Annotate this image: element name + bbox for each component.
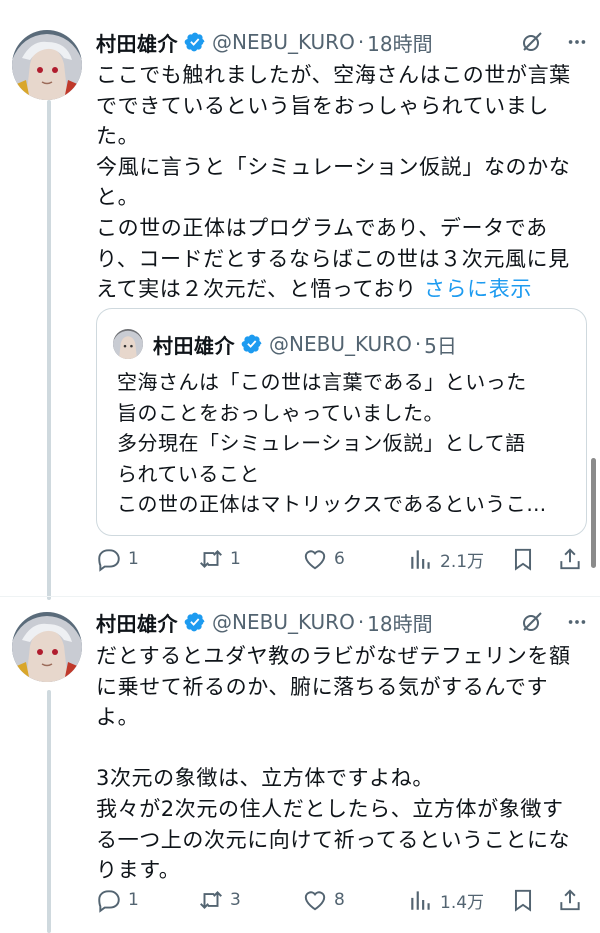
share-icon [560,889,580,911]
separator-dot: · [357,610,365,634]
more-icon[interactable] [566,31,588,53]
tweet-header: 村田雄介 @NEBU_KURO · 18時間 [96,27,588,57]
retweet-button[interactable]: 1 [198,546,241,572]
separator-dot: · [357,30,365,54]
view-count: 1.4万 [440,892,485,913]
share-icon [560,548,580,570]
quote-author-handle: @NEBU_KURO [269,332,412,356]
tweet[interactable]: 村田雄介 @NEBU_KURO · 18時間 だとするとユダヤ教のラビがなぜテフ… [0,600,600,933]
grok-icon[interactable] [520,30,544,54]
retweet-count: 1 [230,549,241,569]
timestamp[interactable]: 18時間 [367,608,432,637]
like-button[interactable]: 6 [302,546,345,572]
quote-avatar [113,329,143,359]
bookmark-icon [514,889,532,912]
tweet[interactable]: 村田雄介 @NEBU_KURO · 18時間 ここでも触れましたが、空海さんはこ… [0,0,600,600]
more-icon[interactable] [566,611,588,633]
author-handle[interactable]: @NEBU_KURO [212,610,355,634]
tweet-text: だとするとユダヤ教のラビがなぜテフェリンを額 に乗せて祈るのか、腑に落ちる気がす… [96,644,571,883]
timestamp[interactable]: 18時間 [367,28,432,57]
retweet-icon [200,550,222,568]
like-icon [304,891,326,911]
quote-author-name: 村田雄介 [153,333,235,358]
reply-icon [98,890,120,913]
views-icon [411,891,430,910]
verified-badge-icon [241,334,262,354]
quoted-tweet[interactable]: 村田雄介 @NEBU_KURO · 5日 空海さんは「この世は言葉である」といっ… [96,308,587,536]
bookmark-button[interactable] [510,887,536,913]
views-button[interactable]: 2.1万 [408,546,484,572]
verified-badge-icon [184,32,205,52]
reply-count: 1 [128,549,139,569]
like-count: 8 [334,890,345,910]
quote-timestamp: 5日 [424,333,457,358]
share-button[interactable] [557,546,583,572]
retweet-count: 3 [230,890,241,910]
view-count: 2.1万 [440,551,485,572]
like-icon [304,550,326,570]
share-button[interactable] [557,887,583,913]
reply-icon [98,549,120,572]
action-bar: 1 3 8 1.4万 [96,885,586,915]
grok-icon[interactable] [520,610,544,634]
quote-header: 村田雄介 @NEBU_KURO · 5日 [113,329,457,359]
author-name[interactable]: 村田雄介 [96,608,178,637]
action-bar: 1 1 6 2.1万 [96,544,586,574]
separator-dot: · [414,332,422,356]
show-more-link[interactable]: さらに表示 [424,277,532,301]
views-icon [411,550,430,569]
quote-text: 空海さんは「この世は言葉である」といった 旨のことをおっしゃっていました。 多分… [117,370,547,516]
views-button[interactable]: 1.4万 [408,887,484,913]
retweet-button[interactable]: 3 [198,887,241,913]
tweet-divider [0,596,600,597]
avatar[interactable] [12,30,82,100]
bookmark-icon [514,548,532,571]
reply-button[interactable]: 1 [96,887,139,913]
author-name[interactable]: 村田雄介 [96,28,178,57]
avatar[interactable] [12,612,82,682]
verified-badge-icon [184,612,205,632]
tweet-body: ここでも触れましたが、空海さんはこの世が言葉 でできているという旨をおっしゃられ… [96,63,571,302]
tweet-header: 村田雄介 @NEBU_KURO · 18時間 [96,607,588,637]
bookmark-button[interactable] [510,546,536,572]
reply-button[interactable]: 1 [96,546,139,572]
retweet-icon [200,891,222,909]
reply-count: 1 [128,890,139,910]
like-button[interactable]: 8 [302,887,345,913]
tweet-text: ここでも触れましたが、空海さんはこの世が言葉 でできているという旨をおっしゃられ… [96,60,586,305]
author-handle[interactable]: @NEBU_KURO [212,30,355,54]
like-count: 6 [334,549,345,569]
scrollbar[interactable] [591,458,596,568]
